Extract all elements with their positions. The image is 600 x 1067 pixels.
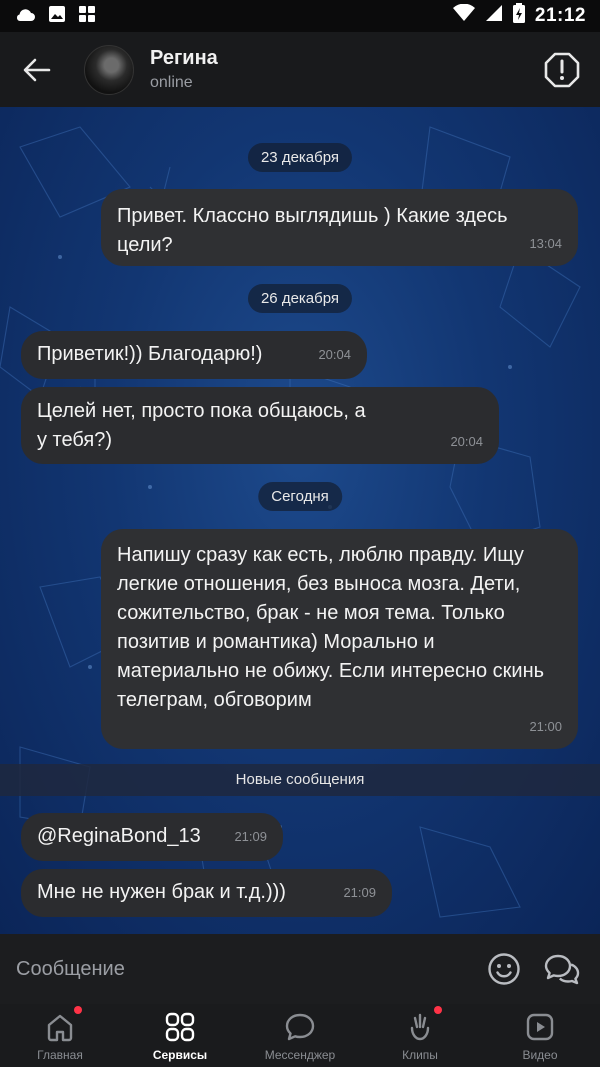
home-icon <box>47 1014 73 1042</box>
arrow-left-icon <box>23 58 51 81</box>
tab-label: Сервисы <box>152 1048 208 1062</box>
notification-badge <box>74 1006 82 1014</box>
message-bubble-outgoing[interactable]: Привет. Классно выглядишь ) Какие здесь … <box>101 189 578 266</box>
tab-clips[interactable]: Клипы <box>360 1004 480 1067</box>
message-time: 20:04 <box>318 347 351 362</box>
message-text: Привет. Классно выглядишь ) Какие здесь … <box>117 205 508 256</box>
chat-area[interactable]: 23 декабря Привет. Классно выглядишь ) К… <box>0 107 600 934</box>
new-messages-divider: Новые сообщения <box>0 764 600 796</box>
message-time: 21:09 <box>343 885 376 900</box>
bottom-tab-bar: Главная Сервисы Мессенджер Клипы Видео <box>0 1004 600 1067</box>
contact-status: online <box>150 74 193 91</box>
back-button[interactable] <box>0 32 74 107</box>
tab-messenger[interactable]: Мессенджер <box>240 1004 360 1067</box>
clock: 21:12 <box>534 5 586 26</box>
message-bubble-incoming[interactable]: @ReginaBond_13 21:09 <box>21 813 283 861</box>
signal-icon <box>485 4 503 28</box>
apps-icon <box>78 5 96 28</box>
tab-video[interactable]: Видео <box>480 1004 600 1067</box>
chat-header: Регина online <box>0 32 600 107</box>
message-text: Мне не нужен брак и т.д.))) <box>37 881 286 903</box>
message-text: Приветик!)) Благодарю!) <box>37 343 263 365</box>
smile-icon <box>488 953 520 985</box>
chat-bubbles-icon <box>544 954 580 985</box>
message-bubble-outgoing[interactable]: Напишу сразу как есть, люблю правду. Ищу… <box>101 529 578 749</box>
video-icon <box>526 1013 554 1041</box>
message-time: 20:04 <box>450 434 483 449</box>
notification-badge <box>434 1006 442 1014</box>
message-bubble-incoming[interactable]: Целей нет, просто пока общаюсь, а у тебя… <box>21 387 499 464</box>
battery-icon <box>512 3 525 29</box>
message-text: Целей нет, просто пока общаюсь, а у тебя… <box>37 400 366 451</box>
wifi-icon <box>452 3 475 28</box>
tab-label: Видео <box>522 1048 558 1062</box>
contact-info[interactable]: Регина online <box>150 47 218 92</box>
clips-icon <box>410 1013 430 1041</box>
contact-name: Регина <box>150 47 218 69</box>
message-composer: Сообщение <box>0 934 600 1004</box>
date-separator: 23 декабря <box>247 143 353 172</box>
message-bubble-incoming[interactable]: Мне не нужен брак и т.д.))) 21:09 <box>21 869 392 917</box>
report-button[interactable] <box>542 50 582 90</box>
tab-services[interactable]: Сервисы <box>120 1004 240 1067</box>
tab-label: Главная <box>37 1048 83 1062</box>
messenger-icon <box>285 1013 315 1041</box>
cloud-icon <box>14 6 36 27</box>
status-bar: 21:12 <box>0 0 600 32</box>
avatar[interactable] <box>84 44 134 95</box>
tab-home[interactable]: Главная <box>0 1004 120 1067</box>
message-input[interactable]: Сообщение <box>16 958 484 981</box>
message-time: 21:00 <box>529 719 562 734</box>
services-icon <box>165 1012 195 1042</box>
date-separator: Сегодня <box>258 482 342 511</box>
message-time: 13:04 <box>529 236 562 251</box>
message-text: @ReginaBond_13 <box>37 825 201 847</box>
alert-octagon-icon <box>544 52 580 87</box>
chat-options-button[interactable] <box>542 949 582 989</box>
message-text: Напишу сразу как есть, люблю правду. Ищу… <box>117 544 545 711</box>
emoji-button[interactable] <box>484 949 524 989</box>
date-separator: 26 декабря <box>247 284 353 313</box>
gallery-icon <box>48 5 66 28</box>
message-time: 21:09 <box>234 829 267 844</box>
tab-label: Мессенджер <box>264 1048 336 1062</box>
message-bubble-incoming[interactable]: Приветик!)) Благодарю!) 20:04 <box>21 331 367 379</box>
tab-label: Клипы <box>402 1048 438 1062</box>
